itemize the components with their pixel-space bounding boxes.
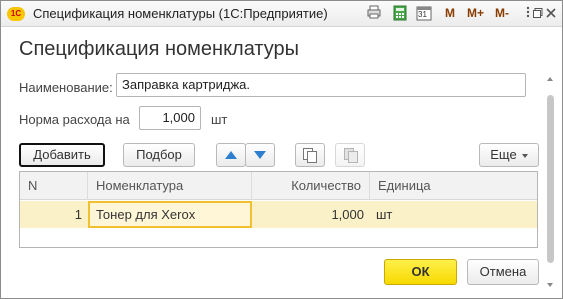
paste-icon — [336, 144, 364, 166]
ok-button[interactable]: ОК — [384, 259, 457, 285]
paste-button[interactable] — [335, 143, 365, 167]
select-button[interactable]: Подбор — [123, 143, 195, 167]
memory-m-plus-button[interactable]: M+ — [467, 6, 484, 20]
chevron-down-icon — [521, 153, 528, 158]
name-label: Наименование: — [19, 80, 113, 95]
close-icon[interactable] — [542, 5, 560, 23]
cell-unit[interactable]: шт — [370, 201, 537, 228]
column-header-unit[interactable]: Единица — [370, 172, 537, 200]
cell-n[interactable]: 1 — [20, 201, 88, 228]
rate-label: Норма расхода на — [19, 112, 130, 127]
table-header: N Номенклатура Количество Единица — [20, 172, 537, 200]
column-header-qty[interactable]: Количество — [252, 172, 370, 200]
rate-input[interactable]: 1,000 — [139, 106, 201, 130]
column-header-n[interactable]: N — [20, 172, 88, 200]
add-button[interactable]: Добавить — [19, 143, 105, 167]
calendar-icon[interactable]: 31 — [415, 5, 433, 23]
move-up-button[interactable] — [216, 143, 246, 167]
copy-button[interactable] — [295, 143, 325, 167]
dialog-window: 1С Спецификация номенклатуры (1С:Предпри… — [0, 0, 563, 299]
copy-icon — [296, 144, 324, 166]
scroll-up-icon[interactable] — [547, 77, 553, 81]
title-bar: 1С Спецификация номенклатуры (1С:Предпри… — [1, 1, 562, 27]
move-down-button[interactable] — [245, 143, 275, 167]
calculator-icon[interactable] — [391, 5, 409, 23]
memory-m-button[interactable]: M — [445, 6, 455, 20]
more-label: Еще — [490, 147, 517, 162]
scroll-down-icon[interactable] — [547, 283, 553, 287]
name-input[interactable]: Заправка картриджа. — [116, 73, 526, 97]
column-header-item[interactable]: Номенклатура — [88, 172, 252, 200]
arrow-down-icon — [254, 151, 266, 159]
table-row[interactable]: 1 Тонер для Xerox 1,000 шт — [20, 201, 537, 228]
cell-item[interactable]: Тонер для Xerox — [88, 201, 252, 228]
print-icon[interactable] — [365, 5, 383, 23]
cell-qty[interactable]: 1,000 — [252, 201, 370, 228]
memory-m-minus-button[interactable]: M- — [495, 6, 509, 20]
cancel-button[interactable]: Отмена — [467, 259, 539, 285]
scroll-thumb[interactable] — [547, 95, 554, 263]
more-button[interactable]: Еще — [479, 143, 539, 167]
rate-unit-label: шт — [211, 112, 228, 127]
form-title: Спецификация номенклатуры — [19, 38, 300, 60]
specification-table[interactable]: N Номенклатура Количество Единица 1 Тоне… — [19, 171, 538, 248]
vertical-scrollbar[interactable] — [546, 73, 555, 291]
window-title: Спецификация номенклатуры (1С:Предприяти… — [33, 6, 328, 21]
app-logo-icon: 1С — [7, 7, 25, 21]
arrow-up-icon — [225, 151, 237, 159]
calendar-day: 31 — [418, 10, 427, 19]
